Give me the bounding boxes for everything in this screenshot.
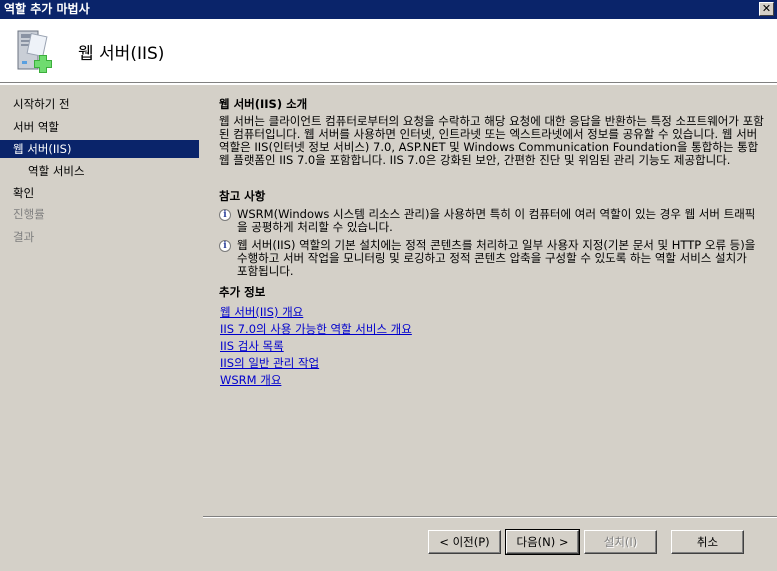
sidebar-item-progress: 진행률 (0, 205, 199, 223)
note-text: 웹 서버(IIS) 역할의 기본 설치에는 정적 콘텐츠를 처리하고 일부 사용… (237, 238, 756, 278)
button-bar: < 이전(P) 다음(N) > 설치(I) 취소 (203, 516, 777, 571)
more-info-section: 추가 정보 웹 서버(IIS) 개요 IIS 7.0의 사용 가능한 역할 서비… (219, 284, 759, 389)
install-button: 설치(I) (584, 530, 657, 554)
info-icon: i (219, 240, 231, 252)
next-button[interactable]: 다음(N) > (505, 529, 580, 555)
sidebar-item-server-roles[interactable]: 서버 역할 (0, 118, 199, 136)
title-bar: 역할 추가 마법사 ✕ (0, 0, 777, 19)
notes-section: 참고 사항 i WSRM(Windows 시스템 리소스 관리)을 사용하면 특… (219, 188, 759, 278)
sidebar-item-label: 진행률 (13, 207, 45, 221)
sidebar-item-before-you-begin[interactable]: 시작하기 전 (0, 95, 199, 113)
sidebar-item-web-server[interactable]: 웹 서버(IIS) (0, 140, 199, 158)
sidebar-item-label: 확인 (13, 186, 35, 200)
sidebar-item-results: 결과 (0, 228, 199, 246)
sidebar-item-label: 웹 서버(IIS) (13, 142, 72, 156)
previous-button[interactable]: < 이전(P) (428, 530, 501, 554)
sidebar-item-label: 시작하기 전 (13, 97, 70, 111)
wizard-header: 웹 서버(IIS) (0, 19, 777, 83)
close-icon: ✕ (761, 2, 772, 15)
note-item: i WSRM(Windows 시스템 리소스 관리)을 사용하면 특히 이 컴퓨… (219, 208, 759, 234)
sidebar-item-label: 역할 서비스 (28, 164, 85, 178)
sidebar-item-label: 결과 (13, 230, 35, 244)
intro-heading: 웹 서버(IIS) 소개 (219, 97, 308, 111)
more-info-heading: 추가 정보 (219, 285, 266, 299)
close-button[interactable]: ✕ (759, 2, 774, 16)
link-iis7-role-services-overview[interactable]: IIS 7.0의 사용 가능한 역할 서비스 개요 (220, 321, 759, 338)
sidebar-item-confirmation[interactable]: 확인 (0, 184, 199, 202)
intro-text: 웹 서버는 클라이언트 컴퓨터로부터의 요청을 수락하고 해당 요청에 대한 응… (219, 114, 764, 167)
server-add-icon (17, 30, 52, 73)
button-bar-divider-highlight (203, 517, 777, 518)
content-pane: 웹 서버(IIS) 소개 웹 서버는 클라이언트 컴퓨터로부터의 요청을 수락하… (203, 86, 777, 516)
link-iis-common-admin-tasks[interactable]: IIS의 일반 관리 작업 (220, 355, 759, 372)
header-divider (0, 83, 777, 85)
link-wsrm-overview[interactable]: WSRM 개요 (220, 372, 759, 389)
page-title: 웹 서버(IIS) (78, 44, 165, 64)
window-title: 역할 추가 마법사 (4, 2, 90, 16)
sidebar-item-role-services[interactable]: 역할 서비스 (0, 162, 199, 180)
note-text: WSRM(Windows 시스템 리소스 관리)을 사용하면 특히 이 컴퓨터에… (237, 207, 756, 234)
note-item: i 웹 서버(IIS) 역할의 기본 설치에는 정적 콘텐츠를 처리하고 일부 … (219, 239, 759, 278)
intro-section: 웹 서버(IIS) 소개 웹 서버는 클라이언트 컴퓨터로부터의 요청을 수락하… (219, 96, 771, 167)
link-web-server-overview[interactable]: 웹 서버(IIS) 개요 (220, 304, 759, 321)
info-icon: i (219, 209, 231, 221)
notes-heading: 참고 사항 (219, 189, 266, 203)
link-iis-checklist[interactable]: IIS 검사 목록 (220, 338, 759, 355)
wizard-steps-sidebar: 시작하기 전 서버 역할 웹 서버(IIS) 역할 서비스 확인 진행률 결과 (0, 86, 199, 571)
cancel-button[interactable]: 취소 (671, 530, 744, 554)
sidebar-item-label: 서버 역할 (13, 120, 59, 134)
